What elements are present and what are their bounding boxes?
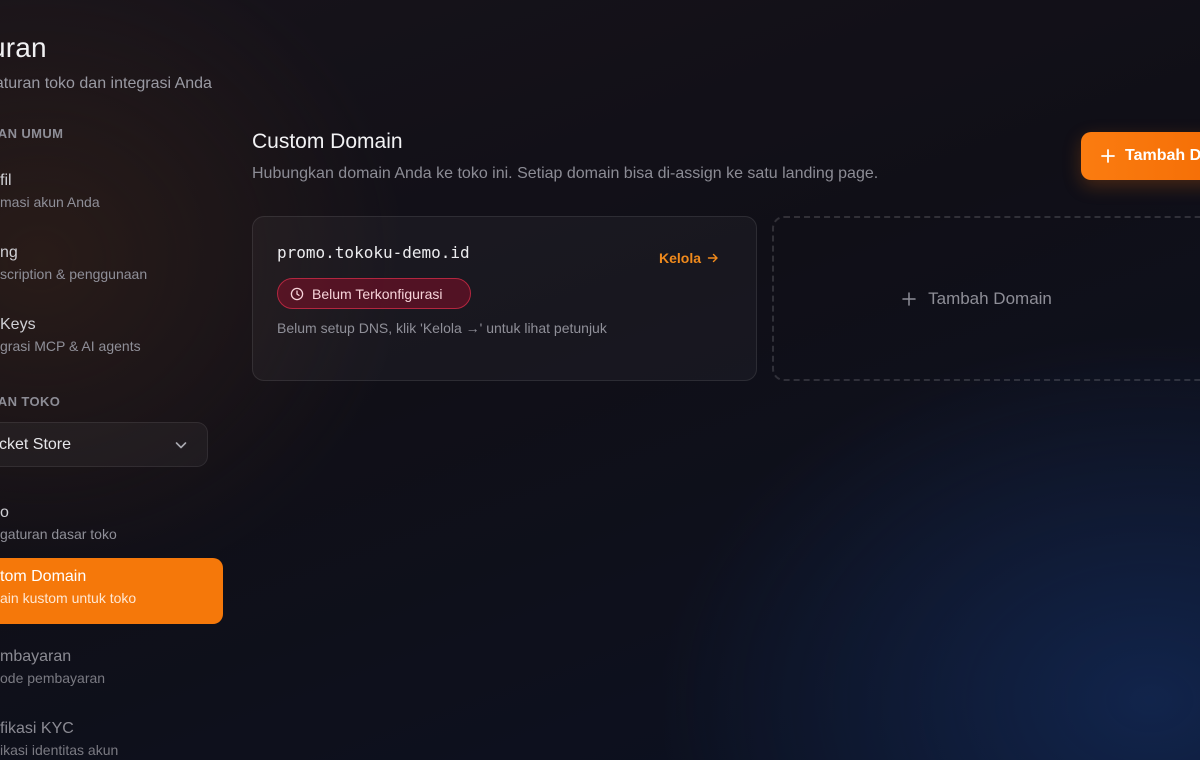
- page-title: turan: [0, 32, 47, 63]
- domain-hint: Belum setup DNS, klik 'Kelola →' untuk l…: [277, 320, 607, 336]
- add-domain-card-label: Tambah Domain: [928, 288, 1052, 308]
- section-heading-general: RAN UMUM: [0, 126, 64, 141]
- sidebar-item-desc: ikasi identitas akun: [0, 742, 119, 758]
- sidebar-item-custom-domain[interactable]: tom Domain ain kustom untuk toko: [0, 558, 223, 624]
- sidebar-item-desc: scription & penggunaan: [0, 266, 148, 282]
- sidebar-item-kyc[interactable]: fikasi KYC ikasi identitas akun: [0, 710, 223, 760]
- main-description: Hubungkan domain Anda ke toko ini. Setia…: [252, 165, 879, 182]
- sidebar-item-desc: masi akun Anda: [0, 194, 100, 210]
- add-domain-button-label: Tambah D: [1125, 147, 1200, 164]
- chevron-down-icon: [175, 441, 187, 448]
- arrow-right-icon: [707, 253, 718, 263]
- sidebar-item-desc: grasi MCP & AI agents: [0, 338, 141, 354]
- sidebar-item-label: Keys: [0, 316, 36, 333]
- manage-link[interactable]: Kelola: [659, 250, 719, 266]
- sidebar-item-desc: gaturan dasar toko: [0, 526, 117, 542]
- sidebar-item-label: fikasi KYC: [0, 720, 74, 737]
- status-badge: Belum Terkonfigurasi: [277, 278, 471, 309]
- sidebar-item-label: tom Domain: [0, 568, 87, 585]
- sidebar-item-desc: ode pembayaran: [0, 670, 106, 686]
- sidebar-item-profile[interactable]: fil masi akun Anda: [0, 162, 223, 228]
- sidebar-item-store[interactable]: o gaturan dasar toko: [0, 494, 223, 560]
- sidebar-item-api-keys[interactable]: Keys grasi MCP & AI agents: [0, 306, 223, 372]
- status-badge-label: Belum Terkonfigurasi: [312, 285, 443, 302]
- page-subtitle: gaturan toko dan integrasi Anda: [0, 75, 212, 92]
- sidebar-item-label: mbayaran: [0, 648, 72, 665]
- sidebar-item-label: fil: [0, 172, 12, 189]
- main-title: Custom Domain: [252, 130, 403, 153]
- clock-icon: [290, 287, 304, 300]
- plus-icon: [1101, 149, 1115, 163]
- section-heading-store: RAN TOKO: [0, 394, 61, 409]
- sidebar-item-payment[interactable]: mbayaran ode pembayaran: [0, 638, 223, 704]
- sidebar-item-label: ng: [0, 244, 18, 261]
- domain-card: promo.tokoku-demo.id Kelola Belum Terkon…: [252, 216, 757, 381]
- plus-icon: [902, 291, 916, 306]
- manage-link-label: Kelola: [659, 250, 702, 266]
- store-select-value: cket Store: [0, 435, 72, 453]
- sidebar-item-desc: ain kustom untuk toko: [0, 590, 137, 606]
- store-select[interactable]: cket Store: [0, 422, 208, 467]
- sidebar-item-billing[interactable]: ng scription & penggunaan: [0, 234, 223, 300]
- domain-name: promo.tokoku-demo.id: [277, 243, 470, 262]
- sidebar-item-label: o: [0, 504, 9, 521]
- add-domain-card[interactable]: Tambah Domain: [772, 216, 1200, 381]
- add-domain-button[interactable]: Tambah D: [1081, 132, 1200, 180]
